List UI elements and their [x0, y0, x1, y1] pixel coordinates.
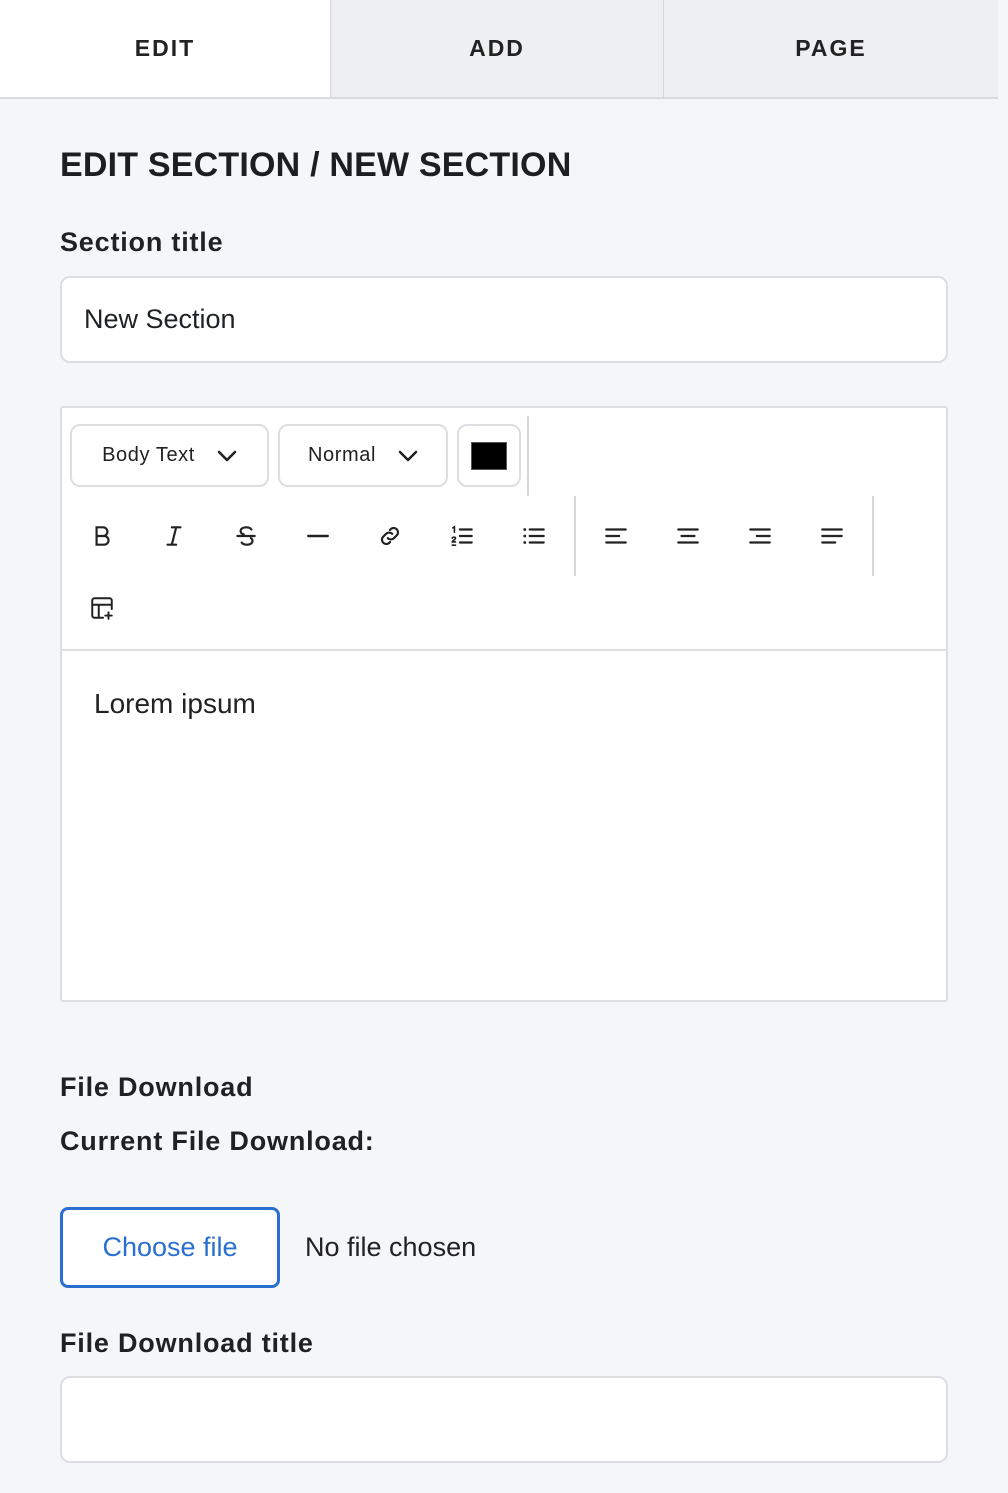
- bold-button[interactable]: [78, 512, 126, 560]
- editor-toolbar-top: Body Text Normal: [70, 424, 521, 489]
- insert-table-button[interactable]: [78, 584, 126, 632]
- section-title-label: Section title: [60, 227, 224, 257]
- bullet-list-icon: [523, 528, 545, 544]
- align-right-button[interactable]: [736, 512, 784, 560]
- link-icon: [380, 526, 400, 546]
- tab-page[interactable]: PAGE: [664, 0, 998, 97]
- chevron-down-icon: [398, 450, 418, 461]
- color-swatch: [471, 441, 507, 470]
- section-title-input[interactable]: New Section: [60, 276, 948, 363]
- tab-bar: EDIT ADD PAGE: [0, 0, 998, 99]
- ordered-list-icon: [451, 525, 473, 547]
- toolbar-divider: [872, 496, 874, 576]
- ordered-list-button[interactable]: [438, 512, 486, 560]
- horizontal-rule-icon: [307, 534, 329, 538]
- file-download-title-label: File Download title: [60, 1328, 314, 1358]
- align-left-icon: [605, 528, 627, 544]
- editor-separator: [62, 649, 946, 651]
- italic-button[interactable]: [150, 512, 198, 560]
- bold-icon: [95, 526, 110, 546]
- choose-file-button[interactable]: Choose file: [60, 1207, 280, 1288]
- align-right-icon: [749, 528, 771, 544]
- current-file-label: Current File Download:: [60, 1126, 375, 1156]
- align-center-icon: [677, 528, 699, 544]
- insert-table-icon: [91, 597, 113, 620]
- strikethrough-icon: [236, 526, 256, 546]
- align-justify-icon: [821, 528, 843, 544]
- bullet-list-button[interactable]: [510, 512, 558, 560]
- horizontal-rule-button[interactable]: [294, 512, 342, 560]
- file-download-heading: File Download: [60, 1072, 254, 1102]
- text-style-select[interactable]: Body Text: [70, 424, 269, 487]
- align-left-button[interactable]: [592, 512, 640, 560]
- toolbar-divider: [574, 496, 576, 576]
- toolbar-divider: [527, 416, 529, 496]
- italic-icon: [166, 526, 182, 546]
- editor-content[interactable]: Lorem ipsum: [94, 688, 256, 720]
- text-style-value: Body Text: [102, 444, 195, 466]
- align-center-button[interactable]: [664, 512, 712, 560]
- align-justify-button[interactable]: [808, 512, 856, 560]
- text-size-value: Normal: [307, 444, 377, 466]
- page-title: EDIT SECTION / NEW SECTION: [60, 146, 572, 184]
- link-button[interactable]: [366, 512, 414, 560]
- chevron-down-icon: [217, 450, 237, 461]
- strikethrough-button[interactable]: [222, 512, 270, 560]
- file-download-title-input[interactable]: [60, 1376, 948, 1463]
- rich-text-editor: Body Text Normal Lorem ipsum: [60, 406, 948, 1002]
- file-status: No file chosen: [305, 1232, 477, 1262]
- text-size-select[interactable]: Normal: [278, 424, 448, 487]
- tab-edit[interactable]: EDIT: [0, 0, 331, 97]
- text-color-button[interactable]: [457, 424, 521, 487]
- tab-add[interactable]: ADD: [331, 0, 664, 97]
